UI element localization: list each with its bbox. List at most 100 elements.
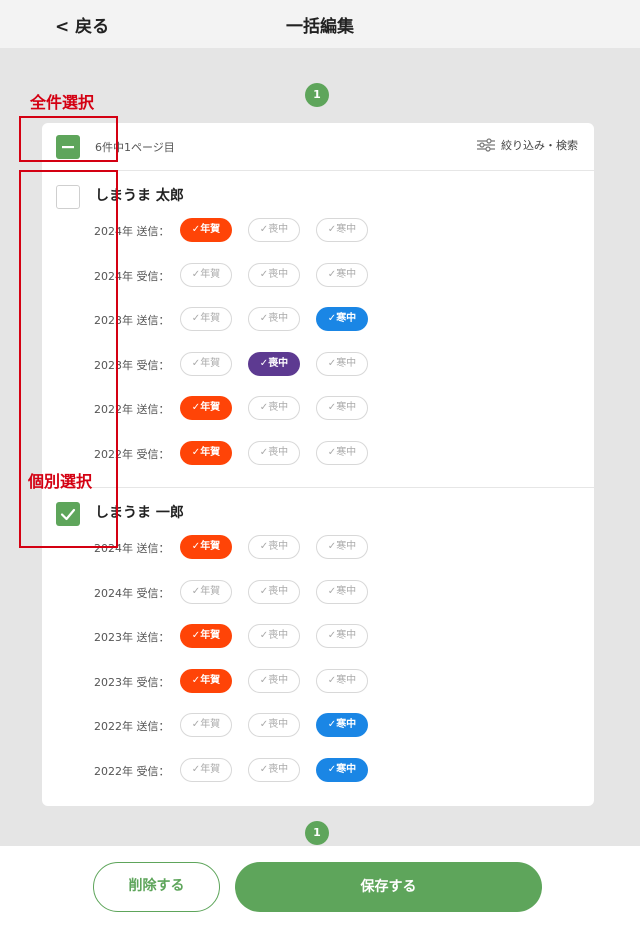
check-icon: ✓	[191, 630, 201, 642]
chip-nenga[interactable]: ✓年賀	[180, 262, 232, 287]
filter-label: 絞り込み・検索	[501, 139, 578, 152]
top-bar: < 戻る 一括編集	[0, 0, 640, 48]
chip-mochu[interactable]: ✓喪中	[248, 713, 300, 738]
chip-label: 年賀	[200, 357, 221, 369]
chip-mochu[interactable]: ✓喪中	[248, 351, 300, 376]
chip-label: 年賀	[200, 313, 221, 325]
chip-label: 寒中	[336, 764, 357, 775]
chip-nenga[interactable]: ✓年賀	[180, 668, 232, 693]
check-icon: ✓	[191, 402, 201, 414]
chip-kanchu[interactable]: ✓寒中	[316, 441, 368, 465]
check-icon: ✓	[327, 313, 337, 325]
chip-label: 寒中	[336, 313, 357, 325]
check-icon: ✓	[327, 585, 337, 597]
chip-nenga[interactable]: ✓年賀	[180, 758, 232, 782]
chip-mochu[interactable]: ✓喪中	[248, 441, 300, 465]
record-label: 2023年 送信：	[94, 631, 170, 645]
annotation-individual: 個別選択	[28, 472, 93, 491]
chip-kanchu[interactable]: ✓寒中	[316, 351, 368, 376]
page-number-top[interactable]: 1	[305, 83, 329, 107]
page-number-bottom[interactable]: 1	[305, 821, 329, 845]
chip-kanchu[interactable]: ✓寒中	[316, 579, 368, 604]
chip-kanchu[interactable]: ✓寒中	[316, 668, 368, 693]
check-icon: ✓	[327, 224, 337, 235]
chip-label: 寒中	[336, 630, 357, 642]
chip-label: 年賀	[200, 447, 221, 458]
chip-label: 寒中	[336, 541, 357, 552]
delete-button[interactable]: 削除する	[93, 862, 220, 912]
check-icon: ✓	[191, 357, 201, 369]
chip-mochu[interactable]: ✓喪中	[248, 624, 300, 649]
chip-kanchu[interactable]: ✓寒中	[316, 758, 368, 782]
chip-label: 寒中	[336, 447, 357, 458]
chip-nenga[interactable]: ✓年賀	[180, 441, 232, 465]
chip-kanchu[interactable]: ✓寒中	[316, 218, 368, 242]
chip-label: 喪中	[268, 719, 289, 731]
check-icon: ✓	[191, 268, 201, 280]
chip-label: 寒中	[336, 357, 357, 369]
chip-mochu[interactable]: ✓喪中	[248, 218, 300, 242]
check-icon: ✓	[259, 674, 269, 686]
chip-label: 年賀	[200, 764, 221, 775]
chip-kanchu[interactable]: ✓寒中	[316, 262, 368, 287]
chip-kanchu[interactable]: ✓寒中	[316, 624, 368, 649]
check-icon: ✓	[259, 541, 269, 552]
chip-nenga[interactable]: ✓年賀	[180, 624, 232, 649]
check-icon: ✓	[191, 224, 201, 235]
save-button[interactable]: 保存する	[235, 862, 542, 912]
chip-nenga[interactable]: ✓年賀	[180, 713, 232, 738]
check-icon: ✓	[327, 357, 337, 369]
chip-mochu[interactable]: ✓喪中	[248, 758, 300, 782]
chip-label: 寒中	[336, 224, 357, 235]
chip-mochu[interactable]: ✓喪中	[248, 262, 300, 287]
check-icon: ✓	[327, 447, 337, 458]
chip-kanchu[interactable]: ✓寒中	[316, 535, 368, 559]
check-icon: ✓	[259, 719, 269, 731]
chip-label: 寒中	[336, 585, 357, 597]
chip-kanchu[interactable]: ✓寒中	[316, 713, 368, 738]
page-title: 一括編集	[286, 17, 354, 37]
sliders-icon	[477, 138, 495, 152]
bulk-edit-list: 6件中1ページ目 絞り込み・検索 しまうま 太郎 2024年 送信： ✓年賀 ✓喪中 ✓…	[42, 123, 594, 806]
chip-kanchu[interactable]: ✓寒中	[316, 307, 368, 332]
check-icon: ✓	[259, 268, 269, 280]
check-icon: ✓	[259, 357, 269, 369]
filter-search-button[interactable]: 絞り込み・検索	[476, 137, 578, 153]
footer-bar: 削除する 保存する	[0, 846, 640, 930]
check-icon: ✓	[191, 764, 201, 775]
chip-mochu[interactable]: ✓喪中	[248, 668, 300, 693]
chip-label: 寒中	[336, 268, 357, 280]
check-icon: ✓	[191, 447, 201, 458]
chip-mochu[interactable]: ✓喪中	[248, 535, 300, 559]
chip-nenga[interactable]: ✓年賀	[180, 579, 232, 604]
chip-kanchu[interactable]: ✓寒中	[316, 396, 368, 421]
chip-label: 喪中	[268, 447, 289, 458]
chip-mochu[interactable]: ✓喪中	[248, 579, 300, 604]
check-icon: ✓	[259, 224, 269, 235]
chip-label: 年賀	[200, 402, 221, 414]
record-label: 2023年 受信：	[94, 675, 170, 689]
chip-mochu[interactable]: ✓喪中	[248, 307, 300, 332]
check-icon: ✓	[259, 447, 269, 458]
chip-label: 喪中	[268, 224, 289, 235]
chip-nenga[interactable]: ✓年賀	[180, 351, 232, 376]
chip-nenga[interactable]: ✓年賀	[180, 535, 232, 559]
chip-mochu[interactable]: ✓喪中	[248, 396, 300, 421]
check-icon: ✓	[191, 541, 201, 552]
chip-nenga[interactable]: ✓年賀	[180, 307, 232, 332]
chip-label: 年賀	[200, 674, 221, 686]
check-icon: ✓	[327, 674, 337, 686]
chip-label: 寒中	[336, 402, 357, 414]
chip-label: 喪中	[268, 630, 289, 642]
check-icon: ✓	[327, 268, 337, 280]
chip-label: 年賀	[200, 224, 221, 235]
check-icon: ✓	[327, 764, 337, 775]
chip-label: 年賀	[200, 719, 221, 731]
chip-label: 喪中	[268, 357, 289, 369]
annotation-box-select-all	[19, 116, 118, 162]
chip-nenga[interactable]: ✓年賀	[180, 396, 232, 421]
check-icon: ✓	[191, 719, 201, 731]
check-icon: ✓	[327, 402, 337, 414]
check-icon: ✓	[259, 630, 269, 642]
chip-nenga[interactable]: ✓年賀	[180, 218, 232, 242]
